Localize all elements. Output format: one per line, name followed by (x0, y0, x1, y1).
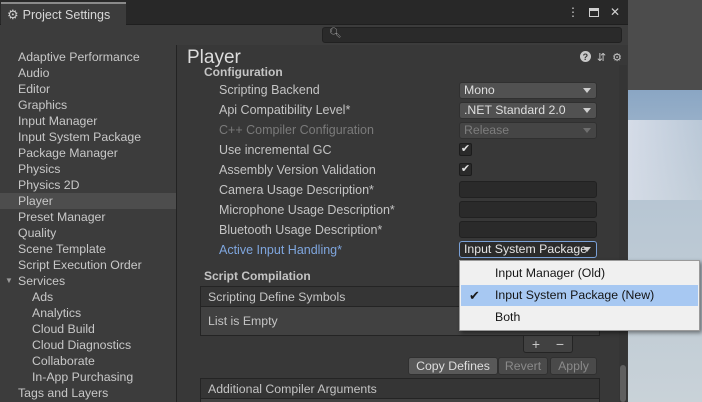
sidebar-item-package-manager[interactable]: Package Manager (0, 145, 176, 161)
sidebar-item-services-label: Services (18, 274, 66, 288)
sidebar-item-cloud-diagnostics[interactable]: Cloud Diagnostics (0, 337, 176, 353)
copy-defines-button[interactable]: Copy Defines (408, 357, 498, 375)
sidebar-item-adaptive-performance[interactable]: Adaptive Performance (0, 49, 176, 65)
active-input-popup-menu: Input Manager (Old) ✔ Input System Packa… (459, 260, 700, 331)
checkmark-icon: ✔ (460, 143, 471, 155)
sidebar-item-script-execution-order[interactable]: Script Execution Order (0, 257, 176, 273)
popup-option-label: Input System Package (New) (495, 288, 655, 302)
assembly-validation-checkbox[interactable]: ✔ (459, 163, 472, 176)
tab-title: Project Settings (22, 7, 111, 22)
dropdown-arrow-icon (583, 88, 591, 93)
scrollbar-thumb[interactable] (620, 365, 626, 402)
kebab-menu-icon[interactable]: ⋮ (566, 4, 580, 20)
dropdown-arrow-icon (583, 247, 591, 252)
sidebar-item-input-manager[interactable]: Input Manager (0, 113, 176, 129)
active-input-value: Input System Package (464, 242, 588, 256)
scene-view-background (628, 0, 702, 402)
scripting-backend-label: Scripting Backend (219, 83, 320, 97)
sidebar-item-cloud-build[interactable]: Cloud Build (0, 321, 176, 337)
vertical-scrollbar[interactable] (619, 65, 627, 402)
sidebar-item-ads[interactable]: Ads (0, 289, 176, 305)
compiler-args-header: Additional Compiler Arguments (201, 379, 599, 399)
api-compat-value: .NET Standard 2.0 (464, 103, 566, 117)
cpp-compiler-dropdown: Release (459, 122, 597, 139)
search-row: 🔍︎ (0, 25, 628, 45)
apply-button[interactable]: Apply (550, 357, 597, 375)
preset-sliders-icon[interactable]: ⇵ (597, 51, 606, 64)
active-input-dropdown[interactable]: Input System Package (459, 241, 597, 258)
dropdown-arrow-icon (583, 128, 591, 133)
bluetooth-usage-field[interactable] (459, 221, 597, 238)
checkmark-icon: ✔ (469, 288, 480, 303)
sidebar-item-player[interactable]: Player (0, 193, 176, 209)
incremental-gc-checkbox[interactable]: ✔ (459, 143, 472, 156)
gear-icon: ⚙ (7, 6, 19, 22)
maximize-icon[interactable] (587, 4, 601, 20)
project-settings-window: ⚙ Project Settings ⋮ ✕ 🔍︎ Adaptive Perfo… (0, 0, 628, 402)
expand-triangle-icon[interactable]: ▼ (5, 273, 13, 289)
camera-usage-field[interactable] (459, 181, 597, 198)
active-input-label: Active Input Handling* (219, 243, 342, 257)
api-compat-label: Api Compatibility Level* (219, 103, 351, 117)
compiler-args-list: Additional Compiler Arguments (200, 378, 600, 402)
popup-option-both[interactable]: Both (461, 307, 698, 328)
sidebar-item-preset-manager[interactable]: Preset Manager (0, 209, 176, 225)
header-icons: ? ⇵ ⚙ (579, 51, 622, 64)
scripting-backend-dropdown[interactable]: Mono (459, 82, 597, 99)
incremental-gc-label: Use incremental GC (219, 143, 332, 157)
settings-sidebar: Adaptive Performance Audio Editor Graphi… (0, 45, 177, 402)
popup-option-input-manager-old[interactable]: Input Manager (Old) (461, 263, 698, 284)
sidebar-item-in-app-purchasing[interactable]: In-App Purchasing (0, 369, 176, 385)
sidebar-item-analytics[interactable]: Analytics (0, 305, 176, 321)
sidebar-item-editor[interactable]: Editor (0, 81, 176, 97)
sidebar-item-graphics[interactable]: Graphics (0, 97, 176, 113)
sidebar-item-physics-2d[interactable]: Physics 2D (0, 177, 176, 193)
scripting-backend-value: Mono (464, 83, 495, 97)
sidebar-item-physics[interactable]: Physics (0, 161, 176, 177)
close-icon[interactable]: ✕ (608, 4, 622, 20)
scene-object (628, 120, 702, 200)
configuration-heading: Configuration (204, 66, 283, 79)
cpp-compiler-value: Release (464, 123, 510, 137)
add-button[interactable]: + (532, 336, 540, 352)
cpp-compiler-label: C++ Compiler Configuration (219, 123, 374, 137)
settings-content: Configuration Scripting Backend Mono Api… (193, 66, 603, 402)
title-bar: ⚙ Project Settings ⋮ ✕ (0, 0, 628, 25)
revert-button[interactable]: Revert (498, 357, 548, 375)
sidebar-item-quality[interactable]: Quality (0, 225, 176, 241)
settings-gear-icon[interactable]: ⚙ (612, 51, 622, 64)
api-compat-dropdown[interactable]: .NET Standard 2.0 (459, 102, 597, 119)
window-controls: ⋮ ✕ (566, 4, 622, 20)
search-icon: 🔍︎ (329, 28, 342, 39)
camera-usage-label: Camera Usage Description* (219, 183, 374, 197)
microphone-usage-label: Microphone Usage Description* (219, 203, 395, 217)
microphone-usage-field[interactable] (459, 201, 597, 218)
popup-option-label: Both (495, 310, 521, 324)
sidebar-item-tags-and-layers[interactable]: Tags and Layers (0, 385, 176, 401)
popup-option-label: Input Manager (Old) (495, 266, 606, 280)
sidebar-item-services[interactable]: ▼ Services (0, 273, 176, 289)
dropdown-arrow-icon (583, 108, 591, 113)
scene-dark-area (628, 0, 702, 90)
help-icon[interactable]: ? (579, 51, 591, 62)
bluetooth-usage-label: Bluetooth Usage Description* (219, 223, 383, 237)
sidebar-item-scene-template[interactable]: Scene Template (0, 241, 176, 257)
popup-option-input-system-package-new[interactable]: ✔ Input System Package (New) (461, 285, 698, 306)
sidebar-item-collaborate[interactable]: Collaborate (0, 353, 176, 369)
search-input[interactable]: 🔍︎ (322, 27, 622, 43)
project-settings-tab[interactable]: ⚙ Project Settings (1, 2, 126, 25)
sidebar-item-input-system-package[interactable]: Input System Package (0, 129, 176, 145)
list-add-remove: + − (523, 336, 573, 353)
remove-button[interactable]: − (556, 336, 564, 352)
script-compilation-heading: Script Compilation (204, 269, 311, 283)
player-settings-panel: Player ? ⇵ ⚙ Configuration Scripting Bac… (178, 45, 628, 402)
checkmark-icon: ✔ (460, 163, 471, 175)
sidebar-item-audio[interactable]: Audio (0, 65, 176, 81)
assembly-validation-label: Assembly Version Validation (219, 163, 376, 177)
